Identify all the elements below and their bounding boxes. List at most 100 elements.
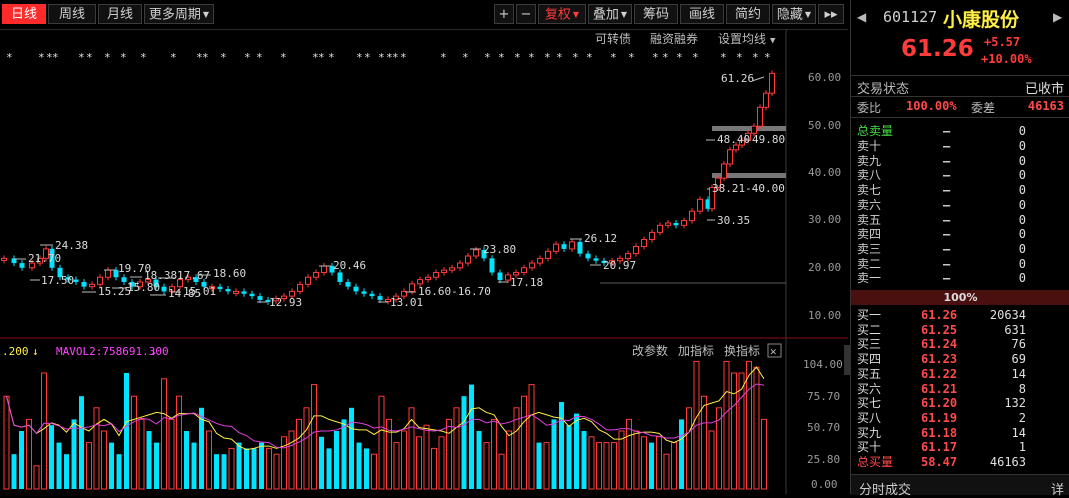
change-params-button[interactable]: 改参数 <box>632 343 668 358</box>
event-marker[interactable]: * <box>378 51 385 64</box>
event-marker[interactable]: * <box>720 51 727 64</box>
buy-level-row[interactable]: 买三 61.24 76 <box>851 337 1069 352</box>
buy-level-row[interactable]: 买五 61.22 14 <box>851 367 1069 382</box>
buy-level-row[interactable]: 买六 61.21 8 <box>851 382 1069 397</box>
next-stock-arrow[interactable]: ▶ <box>1053 10 1062 24</box>
sell-level-row[interactable]: 卖三 — 0 <box>851 242 1069 257</box>
buy-level-label: 买五 <box>857 366 882 381</box>
sell-level-row[interactable]: 卖四 — 0 <box>851 227 1069 242</box>
scroll-right-button[interactable]: ▸▸ <box>818 4 844 24</box>
event-marker[interactable]: * <box>328 51 335 64</box>
trades-tab[interactable]: 分时成交 <box>859 479 911 498</box>
buy-level-row[interactable]: 买十 61.17 1 <box>851 440 1069 455</box>
annotation: 15.01 <box>183 285 216 298</box>
event-marker[interactable]: * <box>652 51 659 64</box>
tab-weekly[interactable]: 周线 <box>48 4 96 24</box>
event-marker[interactable]: * <box>52 51 59 64</box>
sell-level-row[interactable]: 卖十 — 0 <box>851 139 1069 154</box>
chips-button[interactable]: 筹码 <box>634 4 678 24</box>
sell-level-vol: 0 <box>1018 168 1026 183</box>
event-marker[interactable]: * <box>104 51 111 64</box>
buy-level-price: 61.22 <box>921 366 958 381</box>
buy-level-label: 买四 <box>857 352 882 367</box>
event-marker[interactable]: * <box>202 51 209 64</box>
sell-level-row[interactable]: 卖二 — 0 <box>851 257 1069 272</box>
event-marker[interactable]: * <box>462 51 469 64</box>
event-marker[interactable]: * <box>544 51 551 64</box>
overlay-dropdown[interactable]: 叠加 ▼ <box>588 4 632 24</box>
sell-level-row[interactable]: 卖九 — 0 <box>851 154 1069 169</box>
event-marker[interactable]: * <box>400 51 407 64</box>
event-marker[interactable]: * <box>220 51 227 64</box>
sell-level-row[interactable]: 卖七 — 0 <box>851 183 1069 198</box>
event-marker[interactable]: * <box>514 51 521 64</box>
buy-level-label: 买二 <box>857 322 882 337</box>
volume-bar <box>266 447 272 490</box>
diff-value: 46163 <box>1027 99 1064 113</box>
sell-level-row[interactable]: 卖五 — 0 <box>851 213 1069 228</box>
event-marker[interactable]: * <box>484 51 491 64</box>
prev-stock-arrow[interactable]: ◀ <box>857 10 866 24</box>
sell-level-row[interactable]: 卖六 — 0 <box>851 198 1069 213</box>
event-marker[interactable]: * <box>140 51 147 64</box>
fuquan-dropdown[interactable]: 复权 ▼ <box>538 4 586 24</box>
event-marker[interactable]: * <box>440 51 447 64</box>
event-marker[interactable]: * <box>736 51 743 64</box>
volume-bar <box>191 442 197 489</box>
volume-bar <box>401 430 407 490</box>
detail-button[interactable]: 详 <box>1051 479 1064 498</box>
buy-level-row[interactable]: 买九 61.18 14 <box>851 426 1069 441</box>
event-marker[interactable]: * <box>764 51 771 64</box>
tab-monthly[interactable]: 月线 <box>98 4 142 24</box>
event-marker[interactable]: * <box>86 51 93 64</box>
event-marker[interactable]: * <box>610 51 617 64</box>
candle-body <box>553 243 559 252</box>
draw-line-button[interactable]: 画线 <box>680 4 724 24</box>
margin-link[interactable]: 融资融券 <box>650 31 698 46</box>
add-indicator-button[interactable]: 加指标 <box>678 343 714 358</box>
zoom-out-button[interactable]: − <box>516 4 536 24</box>
ma-settings-button[interactable]: 设置均线 <box>718 32 766 46</box>
event-marker[interactable]: * <box>170 51 177 64</box>
event-marker[interactable]: * <box>38 51 45 64</box>
event-marker[interactable]: * <box>78 51 85 64</box>
buy-level-row[interactable]: 买四 61.23 69 <box>851 352 1069 367</box>
event-marker[interactable]: * <box>586 51 593 64</box>
buy-level-row[interactable]: 买一 61.26 20634 <box>851 308 1069 323</box>
buy-level-row[interactable]: 买八 61.19 2 <box>851 411 1069 426</box>
event-marker[interactable]: * <box>572 51 579 64</box>
hide-button[interactable]: 隐藏 ▼ <box>772 4 816 24</box>
buy-level-row[interactable]: 买七 61.20 132 <box>851 396 1069 411</box>
volume-bar <box>288 430 295 490</box>
zoom-in-button[interactable]: + <box>494 4 514 24</box>
close-icon: ✕ <box>770 345 777 358</box>
event-marker[interactable]: * <box>676 51 683 64</box>
event-marker[interactable]: * <box>120 51 127 64</box>
tab-daily[interactable]: 日线 <box>2 4 46 24</box>
event-marker[interactable]: * <box>752 51 759 64</box>
sell-level-row[interactable]: 卖一 — 0 <box>851 271 1069 286</box>
event-marker[interactable]: * <box>556 51 563 64</box>
buy-level-row[interactable]: 买二 61.25 631 <box>851 323 1069 338</box>
event-marker[interactable]: * <box>528 51 535 64</box>
simple-mode-button[interactable]: 简约 <box>726 4 770 24</box>
annotation: 23.80 <box>483 243 516 256</box>
event-marker[interactable]: * <box>692 51 699 64</box>
sell-level-row[interactable]: 卖八 — 0 <box>851 168 1069 183</box>
event-marker[interactable]: * <box>356 51 363 64</box>
kline-chart[interactable]: 可转债 融资融券 设置均线 ▼ * * * * * * * * * * * * * * * * * * * * * * * *… <box>0 29 848 494</box>
event-marker[interactable]: * <box>392 51 399 64</box>
more-periods-dropdown[interactable]: 更多周期 ▼ <box>144 4 214 24</box>
down-arrow-icon: ↓ <box>150 345 157 358</box>
event-marker[interactable]: * <box>256 51 263 64</box>
convertible-link[interactable]: 可转债 <box>595 31 631 46</box>
event-marker[interactable]: * <box>498 51 505 64</box>
switch-indicator-button[interactable]: 换指标 <box>724 343 760 358</box>
event-marker[interactable]: * <box>364 51 371 64</box>
event-marker[interactable]: * <box>6 51 13 64</box>
event-marker[interactable]: * <box>244 51 251 64</box>
event-marker[interactable]: * <box>628 51 635 64</box>
event-marker[interactable]: * <box>662 51 669 64</box>
event-marker[interactable]: * <box>280 51 287 64</box>
event-marker[interactable]: * <box>318 51 325 64</box>
